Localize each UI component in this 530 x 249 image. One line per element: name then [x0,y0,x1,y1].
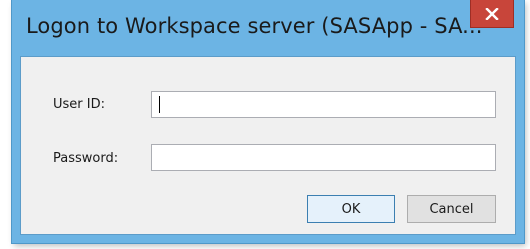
dialog-body: User ID: Password: OK Cancel [20,56,516,235]
password-label: Password: [53,151,119,166]
user-id-label: User ID: [53,97,105,112]
close-button[interactable] [470,0,514,28]
close-icon [485,7,499,20]
cancel-button[interactable]: Cancel [407,195,496,223]
ok-button[interactable]: OK [307,195,395,223]
dialog-title: Logon to Workspace server (SASApp - SA..… [26,14,483,38]
password-field[interactable] [151,144,496,171]
user-id-field[interactable] [151,91,496,118]
title-bar[interactable]: Logon to Workspace server (SASApp - SA..… [12,0,524,56]
text-caret [159,96,160,113]
logon-dialog: Logon to Workspace server (SASApp - SA..… [12,0,524,243]
